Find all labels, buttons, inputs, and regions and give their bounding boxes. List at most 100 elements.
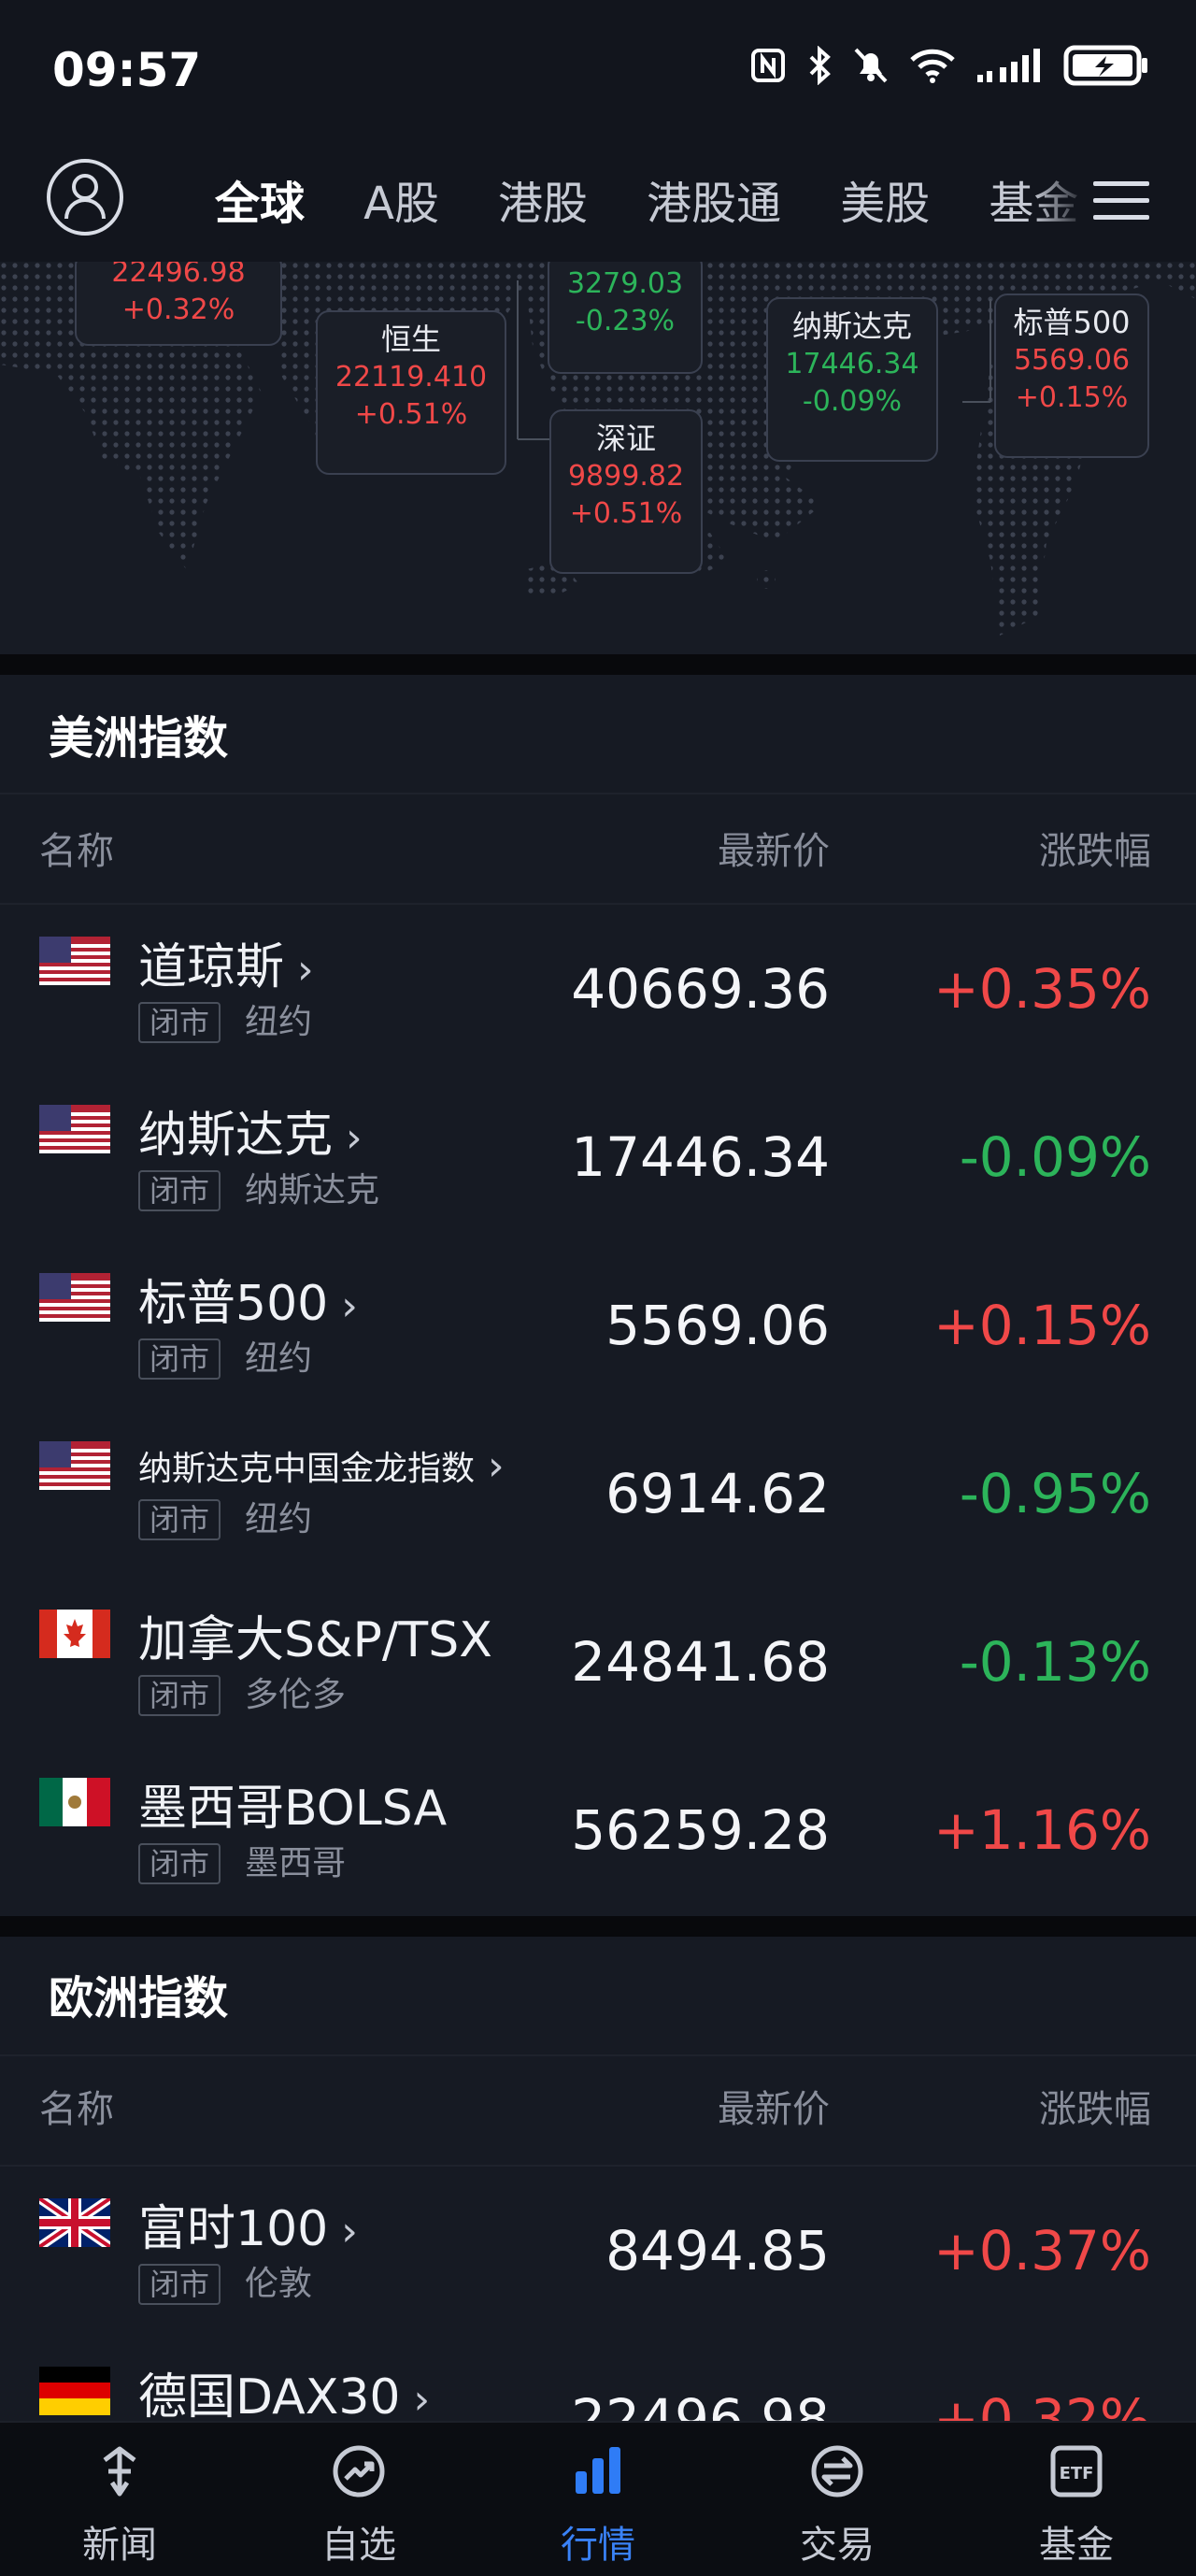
market-status-badge: 闭市 xyxy=(138,1675,221,1716)
map-card-name: 纳斯达克 xyxy=(791,308,912,344)
map-card-value: 17446.34 xyxy=(785,348,919,380)
index-name: 道琼斯 › xyxy=(138,927,314,997)
bottom-navigation: 新闻 自选 行情 交易 ETF 基金 xyxy=(0,2421,1196,2576)
us-flag-icon xyxy=(39,1273,110,1322)
tab-us-stocks[interactable]: 美股 xyxy=(840,166,930,232)
index-price: 24841.68 xyxy=(571,1630,830,1694)
section-title: 美洲指数 xyxy=(49,712,229,765)
index-name: 加拿大S&P/TSX xyxy=(138,1600,492,1670)
map-card-change: +0.51% xyxy=(354,398,468,431)
exchange-city: 多伦多 xyxy=(245,1676,347,1714)
nav-watchlist[interactable]: 自选 xyxy=(239,2423,478,2576)
table-row[interactable]: 富时100 › 闭市 伦敦 8494.85 +0.37% xyxy=(0,2167,1196,2335)
index-price: 8494.85 xyxy=(605,2219,830,2283)
chevron-right-icon: › xyxy=(341,2208,358,2255)
nav-funds[interactable]: ETF 基金 xyxy=(957,2423,1196,2576)
etf-icon: ETF xyxy=(1050,2445,1103,2497)
watchlist-icon xyxy=(333,2445,385,2497)
index-name-text: 墨西哥BOLSA xyxy=(138,1781,448,1837)
index-name-text: 标普500 xyxy=(138,1276,329,1332)
tab-hk-connect[interactable]: 港股通 xyxy=(647,166,781,232)
index-name: 纳斯达克中国金龙指数 › xyxy=(138,1441,505,1490)
index-name-text: 富时100 xyxy=(138,2201,329,2257)
battery-icon xyxy=(1063,45,1147,86)
index-name-text: 纳斯达克 xyxy=(138,1108,334,1164)
map-card-value: 9899.82 xyxy=(567,460,685,493)
index-price: 56259.28 xyxy=(571,1798,830,1862)
column-price: 最新价 xyxy=(718,2088,830,2131)
map-card-germany[interactable]: 22496.98 +0.32% xyxy=(75,262,282,346)
table-row[interactable]: 德国DAX30 › 22496.98 +0.32% xyxy=(0,2335,1196,2421)
user-avatar-button[interactable] xyxy=(47,159,123,236)
exchange-city: 纽约 xyxy=(245,1339,313,1378)
index-price: 5569.06 xyxy=(605,1294,830,1357)
map-card-value: 22119.410 xyxy=(335,361,488,394)
europe-section: 欧洲指数 名称 最新价 涨跌幅 富时100 › 闭市 伦敦 8494.85 +0.… xyxy=(0,1937,1196,2421)
column-change: 涨跌幅 xyxy=(1039,830,1151,873)
map-card-change: +0.32% xyxy=(121,293,235,326)
index-name-text: 道琼斯 xyxy=(138,939,285,995)
canada-flag-icon xyxy=(39,1610,110,1658)
map-card-change: +0.51% xyxy=(569,497,683,530)
svg-text:ETF: ETF xyxy=(1060,2464,1094,2483)
nav-news[interactable]: 新闻 xyxy=(0,2423,239,2576)
index-change: -0.09% xyxy=(959,1125,1151,1189)
user-icon xyxy=(64,174,106,220)
tab-a-shares[interactable]: A股 xyxy=(363,166,439,232)
index-change: +1.16% xyxy=(933,1798,1151,1862)
table-row[interactable]: 纳斯达克 › 闭市 纳斯达克 17446.34 -0.09% xyxy=(0,1073,1196,1241)
index-name: 德国DAX30 › xyxy=(138,2357,430,2421)
exchange-city: 伦敦 xyxy=(245,2265,313,2303)
map-card-hangseng[interactable]: 恒生 22119.410 +0.51% xyxy=(316,310,506,475)
table-row[interactable]: 墨西哥BOLSA 闭市 墨西哥 56259.28 +1.16% xyxy=(0,1746,1196,1914)
map-card-nasdaq[interactable]: 纳斯达克 17446.34 -0.09% xyxy=(766,297,938,462)
column-change: 涨跌幅 xyxy=(1039,2088,1151,2131)
market-status-badge: 闭市 xyxy=(138,1338,221,1380)
market-status-badge: 闭市 xyxy=(138,1499,221,1540)
chevron-right-icon: › xyxy=(488,1442,505,1490)
menu-icon[interactable] xyxy=(1093,178,1149,222)
news-icon xyxy=(103,2446,136,2497)
us-flag-icon xyxy=(39,1105,110,1153)
index-price: 6914.62 xyxy=(605,1462,830,1525)
signal-icon xyxy=(977,49,1040,82)
nav-trade[interactable]: 交易 xyxy=(718,2423,957,2576)
status-icons xyxy=(749,45,1149,86)
tab-hk-stocks[interactable]: 港股 xyxy=(498,166,588,232)
map-card-sp500[interactable]: 标普500 5569.06 +0.15% xyxy=(994,293,1149,458)
world-map: 22496.98 +0.32% 恒生 22119.410 +0.51% 3279… xyxy=(0,262,1196,654)
header-rule xyxy=(0,793,1196,794)
column-price: 最新价 xyxy=(718,830,830,873)
map-card-change: -0.23% xyxy=(575,305,676,337)
index-change: +0.32% xyxy=(933,2387,1151,2421)
table-row[interactable]: 加拿大S&P/TSX 闭市 多伦多 24841.68 -0.13% xyxy=(0,1578,1196,1746)
index-name: 标普500 › xyxy=(138,1264,358,1334)
map-card-value: 22496.98 xyxy=(111,262,246,289)
table-row[interactable]: 标普500 › 闭市 纽约 5569.06 +0.15% xyxy=(0,1241,1196,1410)
table-row[interactable]: 道琼斯 › 闭市 纽约 40669.36 +0.35% xyxy=(0,905,1196,1073)
index-name: 纳斯达克 › xyxy=(138,1095,363,1166)
exchange-city: 纽约 xyxy=(245,1003,313,1041)
index-change: -0.95% xyxy=(959,1462,1151,1525)
tab-global[interactable]: 全球 xyxy=(215,166,305,232)
status-bar: 09:57 xyxy=(0,0,1196,140)
market-status-badge: 闭市 xyxy=(138,1002,221,1043)
index-name-text: 纳斯达克中国金龙指数 xyxy=(138,1450,476,1488)
index-name: 墨西哥BOLSA xyxy=(138,1768,447,1839)
nav-label: 行情 xyxy=(561,2524,635,2567)
market-status-badge: 闭市 xyxy=(138,1843,221,1884)
chevron-right-icon: › xyxy=(346,1114,363,1162)
market-icon xyxy=(576,2447,620,2494)
map-card-shanghai[interactable]: 3279.03 -0.23% xyxy=(548,262,703,374)
chevron-right-icon: › xyxy=(413,2376,431,2421)
map-card-shenzhen[interactable]: 深证 9899.82 +0.51% xyxy=(549,409,703,574)
bluetooth-icon xyxy=(809,46,831,85)
exchange-city: 纽约 xyxy=(245,1500,313,1538)
table-row[interactable]: 纳斯达克中国金龙指数 › 闭市 纽约 6914.62 -0.95% xyxy=(0,1410,1196,1578)
us-flag-icon xyxy=(39,937,110,985)
chevron-right-icon: › xyxy=(297,946,314,994)
map-card-change: -0.09% xyxy=(802,385,903,418)
index-name: 富时100 › xyxy=(138,2189,358,2259)
section-divider xyxy=(0,654,1196,675)
nav-market[interactable]: 行情 xyxy=(478,2423,718,2576)
